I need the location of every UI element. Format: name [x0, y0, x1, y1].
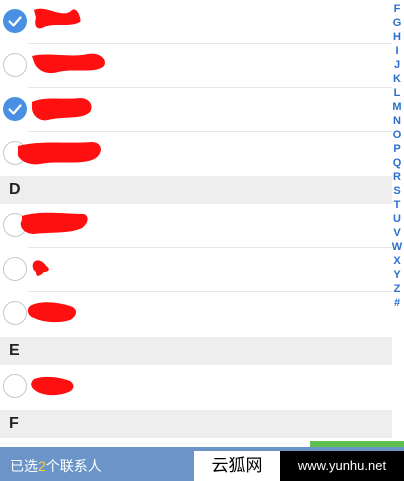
index-letter[interactable]: S [390, 184, 404, 198]
index-letter[interactable]: # [390, 296, 404, 310]
section-header-letter: E [9, 342, 20, 359]
index-letter[interactable]: R [390, 170, 404, 184]
section-header-f: F [0, 410, 392, 438]
redaction-mark [31, 376, 74, 396]
index-letter[interactable]: Y [390, 268, 404, 282]
contact-row[interactable] [0, 44, 392, 88]
redaction-mark [17, 142, 101, 165]
redaction-mark [32, 98, 92, 121]
section-header-letter: F [9, 415, 19, 432]
index-letter[interactable]: N [390, 114, 404, 128]
contact-row[interactable] [0, 204, 392, 248]
selected-suffix: 个联系人 [45, 458, 102, 474]
index-letter[interactable]: I [390, 44, 404, 58]
redaction-mark [34, 8, 81, 29]
index-letter[interactable]: U [390, 212, 404, 226]
index-letter[interactable]: J [390, 58, 404, 72]
watermark-site-name: 云狐网 [194, 451, 280, 481]
index-letter[interactable]: H [390, 30, 404, 44]
index-letter[interactable]: G [390, 16, 404, 30]
footer-bar: 已选2个联系人 云狐网 www.yunhu.net [0, 441, 404, 481]
index-letter[interactable]: L [390, 86, 404, 100]
index-letter[interactable]: P [390, 142, 404, 156]
watermark: 云狐网 www.yunhu.net [194, 451, 404, 481]
contact-row[interactable] [0, 0, 392, 44]
selected-prefix: 已选 [10, 458, 38, 474]
contact-row[interactable] [0, 292, 392, 336]
selected-count-text: 已选2个联系人 [10, 456, 102, 476]
index-letter[interactable]: O [390, 128, 404, 142]
index-letter[interactable]: Q [390, 156, 404, 170]
index-letter[interactable]: T [390, 198, 404, 212]
watermark-url: www.yunhu.net [280, 451, 404, 481]
redaction-mark [32, 53, 106, 74]
contact-row[interactable] [0, 88, 392, 132]
section-header-d: D [0, 176, 392, 204]
redaction-mark [20, 212, 88, 234]
alphabet-index-bar[interactable]: F G H I J K L M N O P Q R S T U V W X Y … [390, 2, 404, 310]
contact-list[interactable]: D E F [0, 0, 392, 441]
redaction-mark [27, 302, 76, 323]
index-letter[interactable]: K [390, 72, 404, 86]
index-letter[interactable]: M [390, 100, 404, 114]
contact-row[interactable] [0, 248, 392, 292]
contact-row[interactable] [0, 365, 392, 409]
index-letter[interactable]: X [390, 254, 404, 268]
redaction-mark [32, 260, 49, 276]
contact-row[interactable] [0, 132, 392, 176]
index-letter[interactable]: Z [390, 282, 404, 296]
index-letter[interactable]: F [390, 2, 404, 16]
index-letter[interactable]: V [390, 226, 404, 240]
contact-picker-screen: D E F F G H I J K L M N O P Q R S T U V … [0, 0, 404, 481]
section-header-letter: D [9, 181, 21, 198]
selected-count: 2 [38, 458, 46, 474]
section-header-e: E [0, 337, 392, 365]
index-letter[interactable]: W [390, 240, 404, 254]
